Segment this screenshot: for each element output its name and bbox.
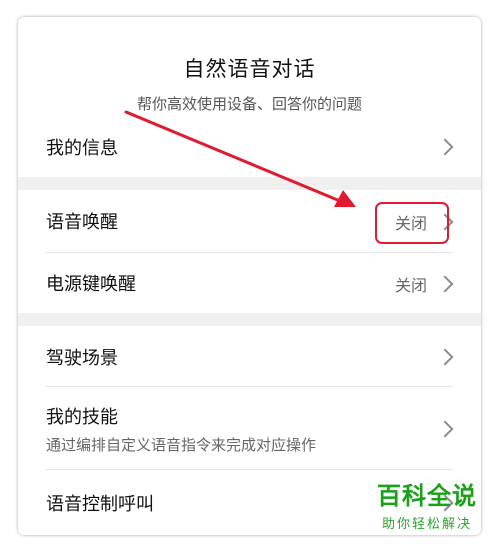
watermark-title: 百科全说: [377, 482, 477, 510]
annotation-arrow: [124, 110, 356, 207]
watermark-subtitle: 助你轻松解决: [381, 517, 472, 532]
watermark-logo: 百科全说 助你轻松解决: [362, 476, 492, 546]
